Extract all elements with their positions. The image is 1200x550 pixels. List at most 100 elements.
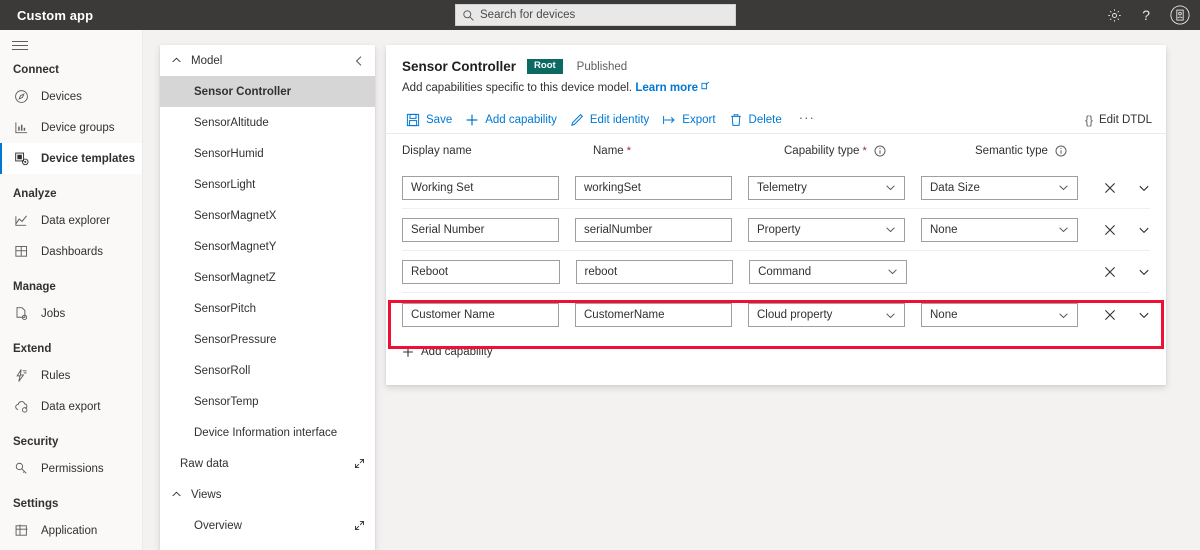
export-button[interactable]: Export (658, 106, 724, 134)
sidebar-item-application[interactable]: Application (0, 515, 142, 546)
close-x-icon[interactable] (1104, 224, 1116, 236)
export-arrow-icon (662, 113, 676, 127)
info-icon[interactable] (1055, 145, 1067, 157)
row-actions (1104, 266, 1150, 278)
curly-braces-icon: {} (1084, 113, 1093, 127)
add-capability-button[interactable]: Add capability (461, 106, 566, 134)
semantic-type-select[interactable]: Data Size (921, 175, 1078, 200)
edit-dtdl-button[interactable]: {} Edit DTDL (1085, 106, 1152, 134)
tree-group-views[interactable]: Views (160, 479, 375, 510)
semantic-type-select[interactable]: None (921, 217, 1078, 242)
name-input[interactable]: CustomerName (575, 303, 732, 327)
sidebar-item-device-templates[interactable]: Device templates (0, 143, 142, 174)
close-x-icon[interactable] (1104, 309, 1116, 321)
learn-more-link[interactable]: Learn more (635, 82, 698, 94)
name-input[interactable]: workingSet (575, 175, 732, 200)
tree-item-sensormagnetz[interactable]: SensorMagnetZ (160, 262, 375, 293)
sidebar-item-data-explorer[interactable]: Data explorer (0, 205, 142, 236)
add-capability-row-label: Add capability (421, 346, 493, 358)
tree-item-sensormagnety[interactable]: SensorMagnetY (160, 231, 375, 262)
search-icon (462, 9, 475, 22)
name-input[interactable]: reboot (575, 259, 734, 284)
add-capability-row-button[interactable]: Add capability (386, 337, 1166, 367)
sidebar-item-permissions[interactable]: Permissions (0, 453, 142, 484)
tree-item-raw-data[interactable]: Raw data (160, 448, 375, 479)
edit-identity-button[interactable]: Edit identity (566, 106, 658, 134)
gear-icon[interactable] (1107, 8, 1122, 23)
tree-item-label: Sensor Controller (194, 85, 292, 98)
info-icon[interactable] (874, 145, 886, 157)
tree-item-label: Device Information interface (194, 426, 338, 439)
sidebar-item-label: Device groups (41, 121, 115, 134)
tree-item-label: SensorHumid (194, 147, 264, 160)
tree-item-sensormagnetx[interactable]: SensorMagnetX (160, 200, 375, 231)
sidebar-item-devices[interactable]: Devices (0, 81, 142, 112)
external-link-icon (701, 81, 710, 90)
expand-diagonal-icon[interactable] (354, 458, 365, 469)
tree-item-sensortemp[interactable]: SensorTemp (160, 386, 375, 417)
capability-type-select[interactable]: Telemetry (748, 175, 905, 200)
sidebar-item-label: Application (41, 524, 98, 537)
tree-item-sensorlight[interactable]: SensorLight (160, 169, 375, 200)
capability-type-select[interactable]: Cloud property (748, 303, 905, 327)
name-input[interactable]: serialNumber (575, 217, 732, 242)
capabilities-table: Display name Name * Capability type * Se… (386, 134, 1166, 337)
display-name-input[interactable]: Customer Name (402, 303, 559, 327)
expand-diagonal-icon[interactable] (354, 520, 365, 531)
edit-identity-label: Edit identity (589, 113, 650, 126)
global-search-box[interactable]: Search for devices (455, 4, 736, 26)
model-tree-panel: Model Sensor Controller SensorAltitude S… (160, 45, 375, 550)
capabilities-editor-panel: Sensor Controller Root Published Add cap… (386, 45, 1166, 385)
chevron-left-icon[interactable] (353, 55, 365, 67)
capability-type-select[interactable]: Command (749, 259, 907, 284)
tree-item-sensor-controller[interactable]: Sensor Controller (160, 76, 375, 107)
subtitle-text: Add capabilities specific to this device… (402, 82, 633, 94)
sidebar-item-rules[interactable]: Rules (0, 360, 142, 391)
page-title: Sensor Controller (402, 59, 517, 74)
sidebar-item-dashboards[interactable]: Dashboards (0, 236, 142, 267)
column-label: Semantic type (975, 144, 1048, 157)
content-header: Sensor Controller Root Published Add cap… (386, 45, 1166, 94)
tree-item-label: SensorTemp (194, 395, 259, 408)
required-marker: * (862, 144, 867, 157)
sidebar-item-label: Data explorer (41, 214, 111, 227)
save-button[interactable]: Save (402, 106, 461, 134)
tree-item-label: SensorRoll (194, 364, 251, 377)
sidebar-item-label: Device templates (41, 152, 135, 165)
tree-item-device-information-interface[interactable]: Device Information interface (160, 417, 375, 448)
chevron-down-icon[interactable] (1138, 266, 1150, 278)
jobs-document-icon (13, 306, 29, 322)
overflow-menu-button[interactable]: ··· (791, 111, 823, 124)
tree-item-label: SensorPitch (194, 302, 257, 315)
account-badge-icon[interactable] (1170, 5, 1190, 25)
tree-item-label: SensorLight (194, 178, 256, 191)
delete-button[interactable]: Delete (725, 106, 791, 134)
top-header-actions: ? (1107, 0, 1190, 30)
tree-item-sensoraltitude[interactable]: SensorAltitude (160, 107, 375, 138)
chevron-up-icon (171, 489, 182, 500)
display-name-input[interactable]: Reboot (402, 259, 560, 284)
display-name-input[interactable]: Serial Number (402, 217, 559, 242)
tree-item-sensorroll[interactable]: SensorRoll (160, 355, 375, 386)
sidebar-item-data-export[interactable]: Data export (0, 391, 142, 422)
question-mark-icon[interactable]: ? (1142, 8, 1150, 22)
close-x-icon[interactable] (1104, 266, 1116, 278)
sidebar-item-jobs[interactable]: Jobs (0, 298, 142, 329)
model-panel-header[interactable]: Model (160, 45, 375, 76)
sidebar-item-device-groups[interactable]: Device groups (0, 112, 142, 143)
capability-type-select[interactable]: Property (748, 217, 905, 242)
display-name-input[interactable]: Working Set (402, 175, 559, 200)
chevron-up-icon[interactable] (171, 55, 182, 66)
tree-item-sensorhumid[interactable]: SensorHumid (160, 138, 375, 169)
tree-item-overview[interactable]: Overview (160, 510, 375, 541)
chevron-down-icon[interactable] (1138, 309, 1150, 321)
chevron-down-icon[interactable] (1138, 182, 1150, 194)
semantic-type-select[interactable]: None (921, 303, 1078, 327)
sidebar-item-label: Data export (41, 400, 101, 413)
hamburger-menu-icon[interactable] (12, 41, 28, 50)
tree-item-sensorpitch[interactable]: SensorPitch (160, 293, 375, 324)
tree-item-sensorpressure[interactable]: SensorPressure (160, 324, 375, 355)
tree-item-label: Raw data (180, 457, 229, 470)
chevron-down-icon[interactable] (1138, 224, 1150, 236)
close-x-icon[interactable] (1104, 182, 1116, 194)
